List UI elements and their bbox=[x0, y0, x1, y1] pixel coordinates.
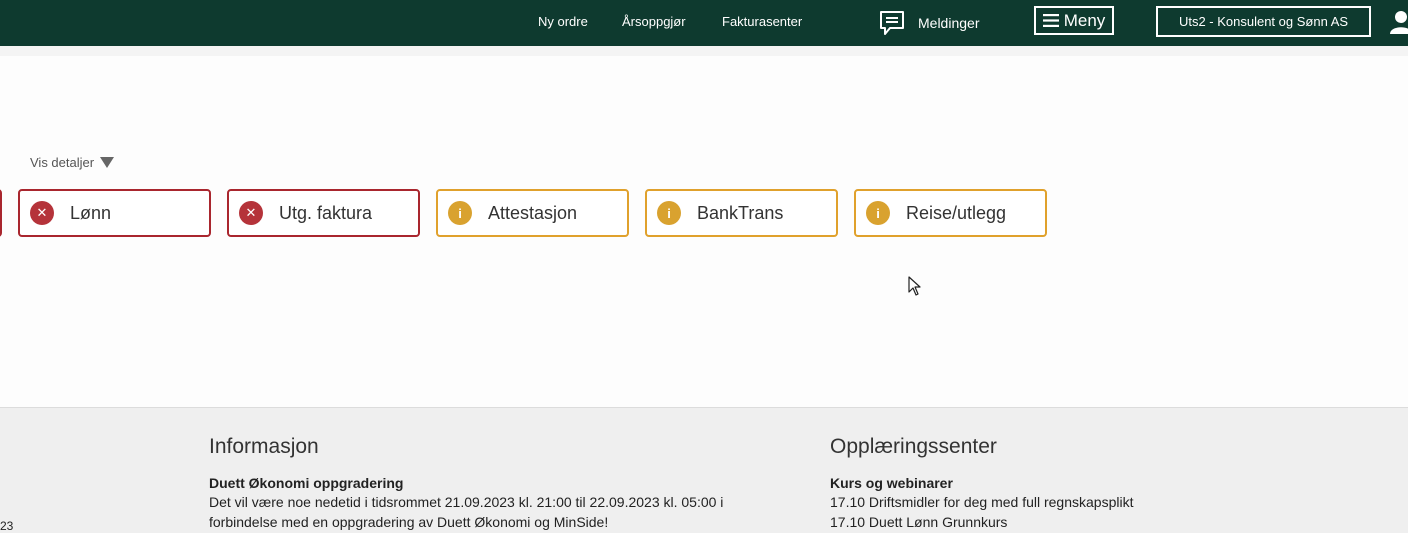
training-heading: Opplæringssenter bbox=[830, 435, 997, 458]
caret-down-icon bbox=[100, 157, 115, 168]
status-card-banktrans[interactable]: i BankTrans bbox=[645, 189, 838, 237]
menu-label: Meny bbox=[1063, 10, 1106, 30]
x-circle-icon: ✕ bbox=[30, 201, 54, 225]
status-card-partial[interactable] bbox=[0, 189, 2, 237]
menu-button[interactable]: Meny bbox=[1034, 6, 1114, 35]
mouse-cursor-icon bbox=[908, 276, 921, 296]
status-card-utg-faktura[interactable]: ✕ Utg. faktura bbox=[227, 189, 420, 237]
info-circle-icon: i bbox=[866, 201, 890, 225]
footer: Informasjon Duett Økonomi oppgradering D… bbox=[0, 407, 1408, 533]
hamburger-icon bbox=[1042, 14, 1059, 27]
nav-link-ny-ordre[interactable]: Ny ordre bbox=[538, 14, 588, 29]
status-card-label: Attestasjon bbox=[488, 202, 578, 223]
info-heading: Informasjon bbox=[209, 435, 319, 458]
status-card-attestasjon[interactable]: i Attestasjon bbox=[436, 189, 629, 237]
info-subheading[interactable]: Duett Økonomi oppgradering bbox=[209, 475, 403, 491]
details-toggle-label: Vis detaljer bbox=[30, 155, 95, 170]
messages-label: Meldinger bbox=[918, 15, 980, 31]
nav-link-arsoppgjor[interactable]: Årsoppgjør bbox=[622, 14, 686, 29]
status-card-label: Utg. faktura bbox=[279, 202, 373, 223]
company-selector-button[interactable]: Uts2 - Konsulent og Sønn AS bbox=[1156, 6, 1371, 37]
status-card-reise-utlegg[interactable]: i Reise/utlegg bbox=[854, 189, 1047, 237]
info-circle-icon: i bbox=[448, 201, 472, 225]
nav-link-fakturasenter[interactable]: Fakturasenter bbox=[722, 14, 802, 29]
x-circle-icon: ✕ bbox=[239, 201, 263, 225]
messages-button[interactable]: Meldinger bbox=[878, 8, 979, 38]
status-card-label: Reise/utlegg bbox=[906, 202, 1007, 223]
info-circle-icon: i bbox=[657, 201, 681, 225]
corner-text: 23 bbox=[0, 519, 14, 533]
training-course-link[interactable]: 17.10 Duett Lønn Grunnkurs bbox=[830, 514, 1007, 530]
chat-bubble-icon bbox=[880, 11, 904, 35]
training-course-link[interactable]: 17.10 Driftsmidler for deg med full regn… bbox=[830, 494, 1133, 510]
info-text-line: forbindelse med en oppgradering av Duett… bbox=[209, 514, 609, 530]
training-subheading[interactable]: Kurs og webinarer bbox=[830, 475, 953, 491]
header-divider bbox=[0, 46, 1408, 56]
status-card-lonn[interactable]: ✕ Lønn bbox=[18, 189, 211, 237]
details-toggle[interactable]: Vis detaljer bbox=[30, 155, 115, 170]
info-text-line: Det vil være noe nedetid i tidsrommet 21… bbox=[209, 494, 724, 510]
status-card-label: Lønn bbox=[70, 202, 112, 223]
user-icon[interactable] bbox=[1390, 10, 1408, 34]
status-card-label: BankTrans bbox=[697, 202, 784, 223]
top-navigation-bar: Ny ordre Årsoppgjør Fakturasenter Meldin… bbox=[0, 0, 1408, 46]
